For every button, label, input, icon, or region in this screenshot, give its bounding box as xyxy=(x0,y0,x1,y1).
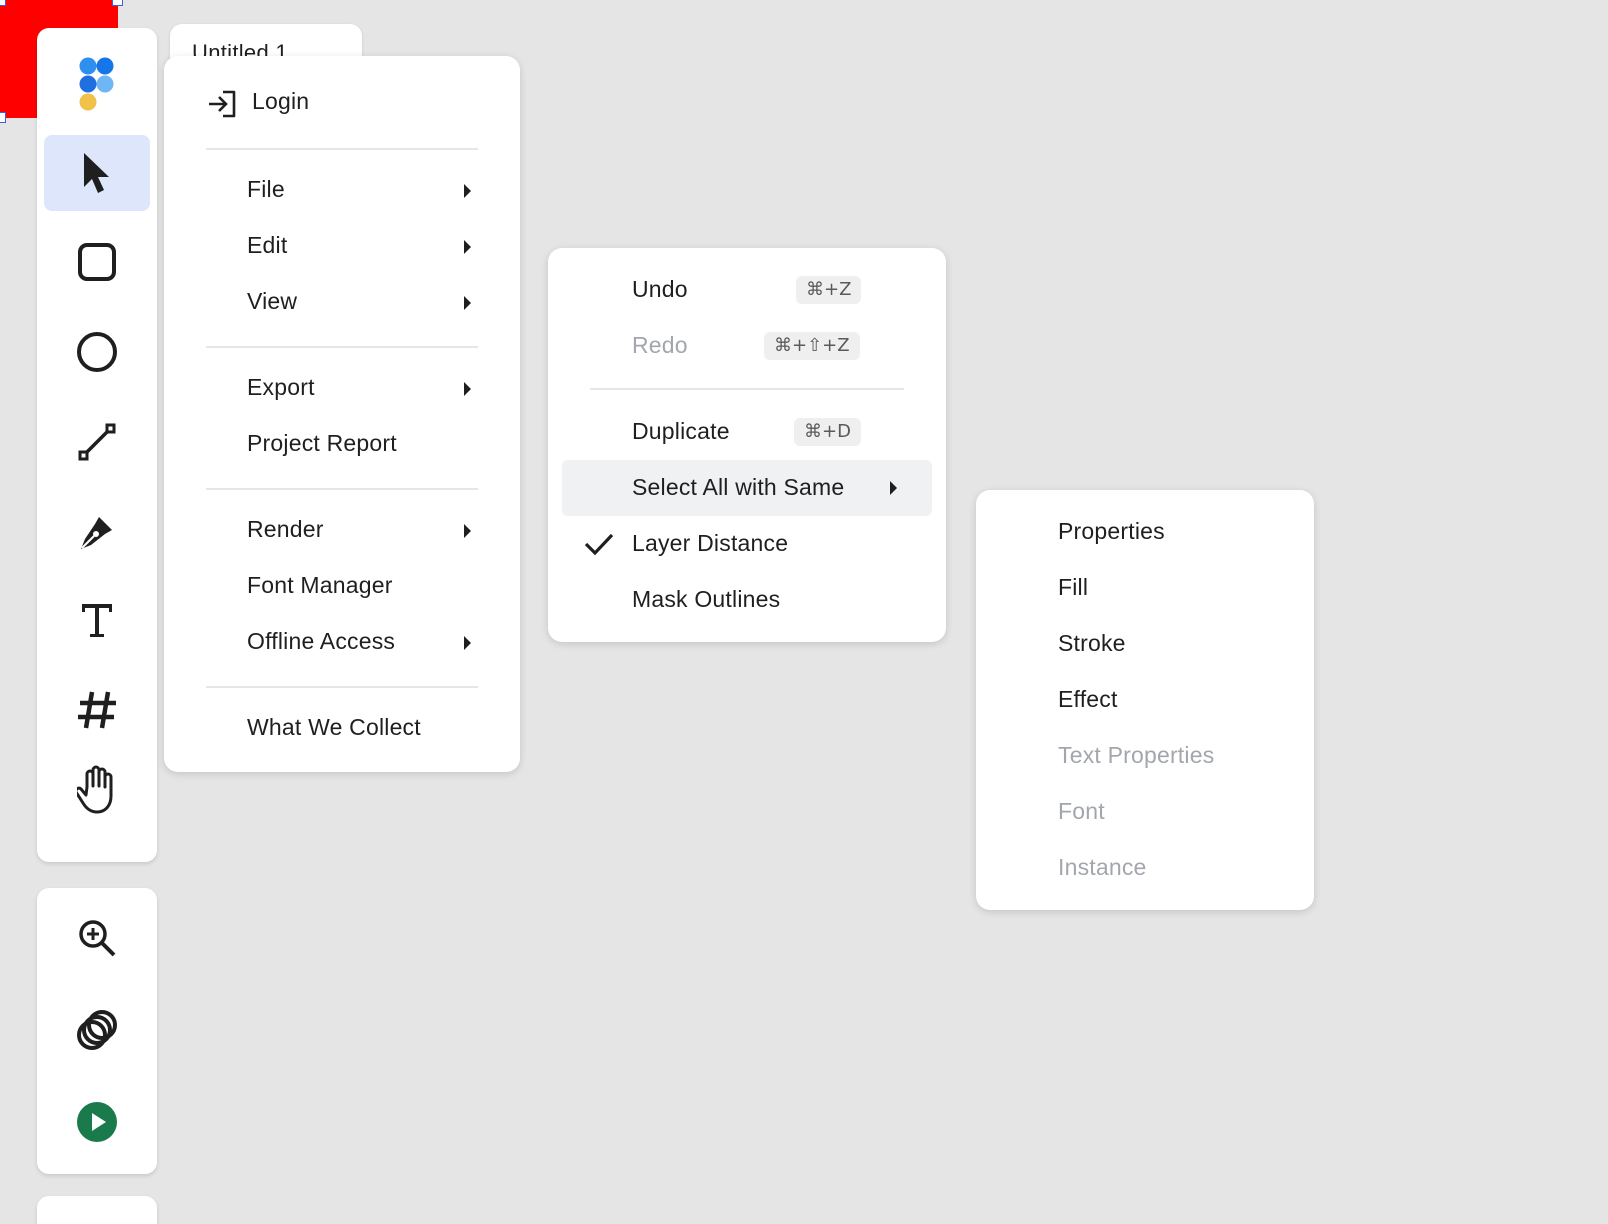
login-label: Login xyxy=(252,88,310,114)
menu-item-font-manager[interactable]: Font Manager xyxy=(247,572,393,599)
chevron-right-icon xyxy=(890,481,897,495)
redo-shortcut: ⌘+⇧+Z xyxy=(764,332,860,360)
chevron-right-icon xyxy=(464,240,471,254)
menu-item-edit[interactable]: Edit xyxy=(247,232,287,259)
undo-shortcut: ⌘+Z xyxy=(796,276,862,304)
menu-item-redo[interactable]: Redo xyxy=(632,332,688,359)
menu-divider xyxy=(590,388,904,390)
play-icon[interactable] xyxy=(44,1084,150,1160)
circle-icon[interactable] xyxy=(44,314,150,390)
hash-icon[interactable] xyxy=(44,672,150,748)
selection-handle[interactable] xyxy=(112,0,123,6)
menu-item-duplicate[interactable]: Duplicate xyxy=(632,418,730,445)
menu-item-file[interactable]: File xyxy=(247,176,285,203)
text-icon[interactable] xyxy=(44,582,150,658)
menu-item-text-properties[interactable]: Text Properties xyxy=(1058,742,1214,769)
menu-item-offline-access[interactable]: Offline Access xyxy=(247,628,395,655)
main-toolbar xyxy=(37,28,157,862)
duplicate-shortcut: ⌘+D xyxy=(794,418,861,446)
menu-item-instance[interactable]: Instance xyxy=(1058,854,1147,881)
login-icon xyxy=(209,90,236,118)
zoom-in-icon[interactable] xyxy=(44,900,150,976)
menu-divider xyxy=(206,346,478,348)
overlap-circles-icon[interactable] xyxy=(44,992,150,1068)
chevron-right-icon xyxy=(464,636,471,650)
menu-item-project-report[interactable]: Project Report xyxy=(247,430,397,457)
menu-divider xyxy=(206,148,478,150)
canvas[interactable]: Untitled 1 Login File Edit View Export P… xyxy=(0,0,1608,1224)
menu-item-render[interactable]: Render xyxy=(247,516,324,543)
line-icon[interactable] xyxy=(44,404,150,480)
menu-item-undo[interactable]: Undo xyxy=(632,276,688,303)
layer-distance-label: Layer Distance xyxy=(632,530,789,556)
menu-item-export[interactable]: Export xyxy=(247,374,315,401)
edit-submenu: Undo ⌘+Z Redo ⌘+⇧+Z Duplicate ⌘+D Select… xyxy=(548,248,946,642)
secondary-toolbar xyxy=(37,888,157,1174)
menu-item-font[interactable]: Font xyxy=(1058,798,1105,825)
select-same-submenu: Properties Fill Stroke Effect Text Prope… xyxy=(976,490,1314,910)
login-item[interactable]: Login xyxy=(206,86,486,126)
menu-divider xyxy=(206,686,478,688)
checkmark-icon xyxy=(584,533,614,556)
chevron-right-icon xyxy=(464,382,471,396)
menu-item-what-we-collect[interactable]: What We Collect xyxy=(247,714,421,741)
app-logo-icon[interactable] xyxy=(44,46,150,122)
menu-item-properties[interactable]: Properties xyxy=(1058,518,1165,545)
menu-item-effect[interactable]: Effect xyxy=(1058,686,1118,713)
bottom-toolbar xyxy=(37,1196,157,1224)
select-all-with-same-label: Select All with Same xyxy=(632,474,845,500)
menu-divider xyxy=(206,488,478,490)
menu-item-select-all-with-same[interactable]: Select All with Same xyxy=(562,460,932,516)
selection-handle[interactable] xyxy=(0,112,6,123)
menu-item-layer-distance[interactable]: Layer Distance xyxy=(584,518,914,568)
chevron-right-icon xyxy=(464,524,471,538)
menu-item-mask-outlines[interactable]: Mask Outlines xyxy=(632,586,780,613)
menu-item-view[interactable]: View xyxy=(247,288,297,315)
rectangle-icon[interactable] xyxy=(44,224,150,300)
selection-handle[interactable] xyxy=(0,0,6,6)
menu-item-fill[interactable]: Fill xyxy=(1058,574,1088,601)
menu-item-stroke[interactable]: Stroke xyxy=(1058,630,1126,657)
pen-nib-icon[interactable] xyxy=(44,494,150,570)
hand-icon[interactable] xyxy=(44,752,150,828)
cursor-arrow-icon[interactable] xyxy=(44,135,150,211)
main-menu: Login File Edit View Export Project Repo… xyxy=(164,56,520,772)
chevron-right-icon xyxy=(464,296,471,310)
chevron-right-icon xyxy=(464,184,471,198)
